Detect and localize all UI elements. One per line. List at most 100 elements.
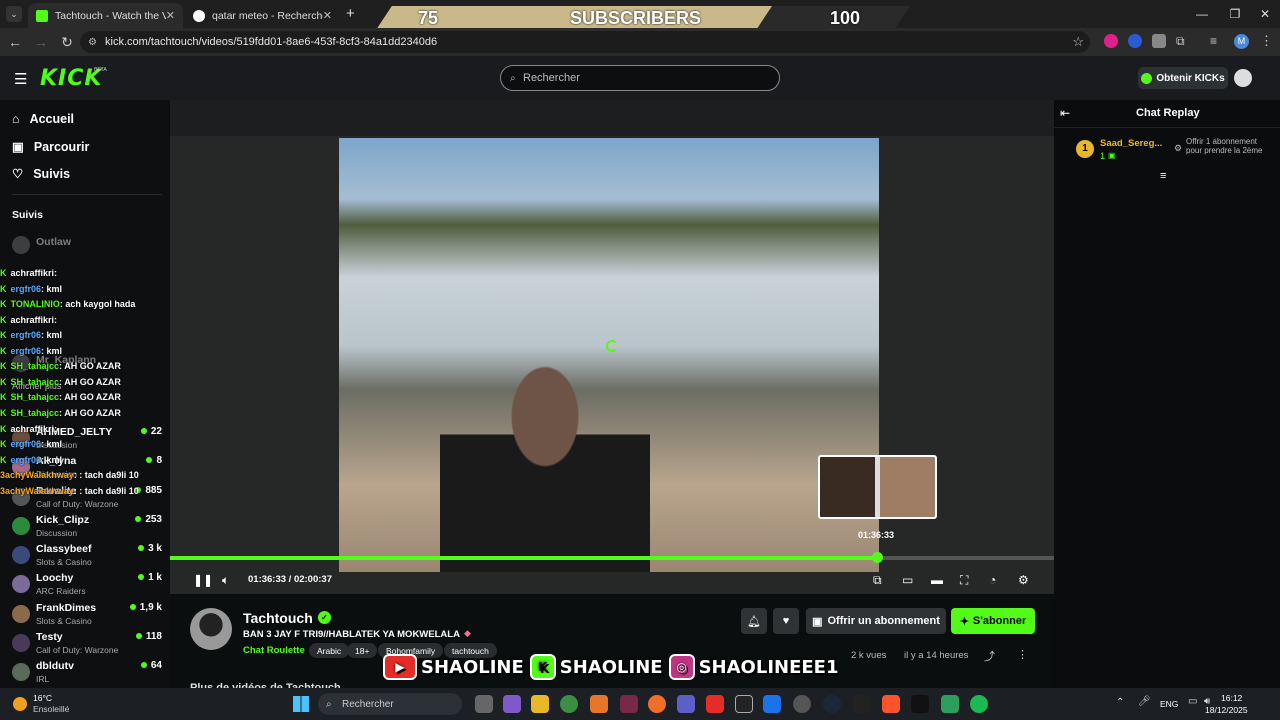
clock-time[interactable]: 16:12 — [1221, 693, 1242, 703]
reload-icon[interactable]: ↻ — [54, 29, 80, 55]
subscribe-button[interactable]: ✦ S'abonner — [951, 608, 1035, 634]
overlay-chat-line: Kergfr06: kml — [0, 346, 63, 356]
extension-icon[interactable] — [1152, 34, 1166, 48]
app-icon[interactable] — [735, 695, 753, 713]
minimize-button[interactable]: — — [1185, 0, 1219, 28]
theater-icon[interactable]: ▭ — [902, 572, 913, 588]
chrome-icon[interactable] — [560, 695, 578, 713]
task-view-icon[interactable] — [475, 695, 493, 713]
reading-list-icon[interactable]: ≡ — [1210, 34, 1224, 48]
file-explorer-icon[interactable] — [531, 695, 549, 713]
app-icon[interactable] — [620, 695, 638, 713]
rank-badge: 1 — [1076, 140, 1094, 158]
brave-icon[interactable] — [882, 695, 900, 713]
taskbar-search[interactable]: ⌕ Rechercher — [318, 693, 462, 715]
playback-speed-icon[interactable]: ◔ — [989, 572, 996, 588]
app-icon[interactable] — [793, 695, 811, 713]
extensions-puzzle-icon[interactable]: ⧉ — [1176, 34, 1190, 48]
subscriber-goal-current: 75 — [418, 8, 439, 28]
followed-channel[interactable]: Classybeef Slots & Casino 3 k — [12, 543, 162, 571]
overlay-chat-line: Kergfr06: kml — [0, 439, 63, 449]
close-window-button[interactable]: ✕ — [1248, 0, 1280, 28]
app-icon[interactable] — [853, 695, 871, 713]
pause-icon[interactable]: ❚❚ — [193, 572, 213, 588]
avatar — [12, 236, 30, 254]
app-icon[interactable] — [763, 695, 781, 713]
followed-channel[interactable]: Kick_Clipz Discussion 253 — [12, 514, 162, 542]
gift-leaderboard-card[interactable]: 1 Saad_Sereg... 1 ▣ ⚙ Offrir 1 abonnemen… — [1066, 136, 1272, 170]
address-bar[interactable]: ⚙ kick.com/tachtouch/videos/519fdd01-8ae… — [80, 31, 1090, 53]
chat-filter-icon[interactable]: ≡ — [1160, 170, 1166, 182]
channel-name[interactable]: Tachtouch — [243, 610, 313, 626]
followed-channel[interactable]: Loochy ARC Raiders 1 k — [12, 572, 162, 600]
chat-replay-panel — [1054, 100, 1280, 688]
followed-channel[interactable]: FrankDimes Slots & Casino 1,9 k — [12, 602, 162, 630]
clock-date[interactable]: 18/12/2025 — [1205, 705, 1248, 715]
volume-icon[interactable]: 🔈︎ — [222, 572, 229, 588]
new-tab-button[interactable]: + — [346, 5, 355, 22]
tray-chevron-icon[interactable]: ⌃ — [1116, 697, 1124, 708]
tag-pill[interactable]: 18+ — [347, 643, 378, 658]
extension-icon[interactable] — [1128, 34, 1142, 48]
spotify-icon[interactable] — [970, 695, 988, 713]
gift-sub-button[interactable]: ▣ Offrir un abonnement — [806, 608, 946, 634]
forward-icon[interactable]: → — [28, 29, 54, 55]
settings-gear-icon[interactable]: ⚙ — [1018, 572, 1029, 588]
search-input[interactable]: ⌕ Rechercher — [500, 65, 780, 91]
get-kicks-button[interactable]: Obtenir KICKs — [1138, 67, 1228, 89]
network-icon[interactable]: ▭ — [1188, 696, 1197, 707]
maximize-button[interactable]: ❐ — [1218, 0, 1252, 28]
avatar — [12, 605, 30, 623]
site-info-icon[interactable]: ⚙ — [88, 37, 97, 48]
following-heading: Suivis — [12, 209, 43, 221]
teams-icon[interactable] — [677, 695, 695, 713]
close-tab-icon[interactable]: ✕ — [166, 9, 175, 22]
close-tab-icon[interactable]: ✕ — [323, 9, 332, 22]
stream-title: BAN 3 JAY F TRI9//HABLATEK YA MOKWELALA — [243, 629, 460, 640]
followed-channel[interactable]: Outlaw — [12, 233, 162, 261]
youtube-icon[interactable] — [706, 695, 724, 713]
profile-avatar[interactable]: M — [1234, 34, 1249, 49]
category-link[interactable]: Chat Roulette — [243, 645, 305, 656]
browser-menu-icon[interactable]: ⋮ — [1260, 33, 1273, 49]
microphone-icon[interactable]: 🎤︎ — [1138, 696, 1151, 707]
copilot-icon[interactable] — [503, 695, 521, 713]
share-icon[interactable]: ⤴ — [984, 648, 995, 664]
app-icon[interactable] — [911, 695, 929, 713]
app-icon[interactable] — [590, 695, 608, 713]
overlay-chat-line: Kachraffikri: — [0, 424, 58, 434]
weather-sun-icon[interactable] — [13, 697, 27, 711]
steam-icon[interactable] — [823, 695, 841, 713]
more-options-icon[interactable]: ⋮ — [1017, 648, 1028, 661]
user-avatar[interactable] — [1234, 69, 1252, 87]
tag-pill[interactable]: Arabic — [309, 643, 350, 658]
hamburger-menu-icon[interactable]: ☰ — [14, 70, 27, 88]
followed-channel[interactable]: dbldutv IRL 64 — [12, 660, 162, 688]
avatar — [12, 575, 30, 593]
search-icon: ⌕ — [326, 698, 332, 710]
windows-start-icon[interactable] — [293, 696, 309, 712]
follow-heart-button[interactable]: ♥ — [773, 608, 799, 634]
back-icon[interactable]: ← — [2, 29, 28, 55]
browse-icon: ▣ — [12, 140, 24, 154]
channel-avatar[interactable] — [190, 608, 232, 650]
language-indicator[interactable]: ENG — [1160, 699, 1178, 709]
kick-badge-icon: K — [0, 392, 7, 402]
tab-google[interactable]: qatar meteo - Recherche Google ✕ — [185, 3, 340, 28]
bookmark-star-icon[interactable]: ☆ — [1072, 34, 1084, 50]
extension-icon[interactable] — [1104, 34, 1118, 48]
collapse-chat-icon[interactable]: ⇤ — [1060, 106, 1070, 120]
firefox-icon[interactable] — [648, 695, 666, 713]
miniplayer-icon[interactable]: ▬ — [931, 572, 943, 588]
windows-taskbar — [0, 688, 1280, 720]
tab-kick[interactable]: Tachtouch - Watch the VOD ✕ — [28, 3, 183, 28]
tab-list-button[interactable]: ⌄ — [6, 6, 22, 22]
sidebar-item-home[interactable]: ⌂ Accueil — [12, 112, 74, 126]
sidebar-item-following[interactable]: ♡ Suivis — [12, 166, 70, 182]
app-icon[interactable] — [941, 695, 959, 713]
followed-channel[interactable]: Testy Call of Duty: Warzone 118 — [12, 631, 162, 659]
sidebar-item-browse[interactable]: ▣ Parcourir — [12, 139, 89, 155]
pip-icon[interactable]: ⧉ — [873, 572, 882, 588]
fullscreen-icon[interactable]: ⛶ — [960, 572, 968, 588]
notification-bell-button[interactable]: 🔔︎ — [741, 608, 767, 634]
